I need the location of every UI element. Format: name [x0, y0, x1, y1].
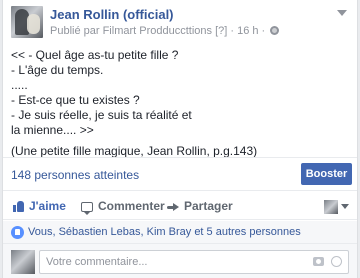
comment-bubble-icon	[81, 202, 93, 215]
comment-composer	[3, 243, 357, 278]
camera-icon[interactable]	[313, 257, 324, 266]
like-label: J'aime	[29, 199, 66, 213]
post-as-selector[interactable]	[324, 198, 349, 216]
avatar-figure-light	[27, 14, 40, 34]
post-line: .....	[11, 78, 28, 92]
comment-label: Commenter	[98, 199, 165, 213]
post-body: << - Quel âge as-tu petite fille ? - L'â…	[11, 48, 351, 159]
post-line: la mienne.... >>	[11, 123, 94, 137]
page-avatar[interactable]	[11, 6, 43, 38]
share-label: Partager	[184, 199, 233, 213]
commenter-avatar	[11, 250, 35, 274]
likes-summary: Vous, Sébastien Lebas, Kim Bray et 5 aut…	[3, 221, 357, 243]
post-line: - Est-ce que tu existes ?	[11, 93, 140, 107]
boost-button[interactable]: Booster	[301, 163, 352, 185]
post-line: << - Quel âge as-tu petite fille ?	[11, 48, 179, 62]
thumbs-up-icon	[13, 201, 24, 212]
post-card: Jean Rollin (official) Publié par Filmar…	[2, 0, 358, 278]
action-bar: J'aime Commenter Partager	[3, 192, 357, 220]
likes-summary-text[interactable]: Vous, Sébastien Lebas, Kim Bray et 5 aut…	[28, 226, 301, 238]
published-by-label: Publié par Filmart Prodduccttions	[50, 25, 213, 37]
post-subline: Publié par Filmart Prodduccttions [?] · …	[50, 25, 280, 37]
share-button[interactable]: Partager	[167, 199, 233, 213]
like-reaction-icon	[11, 226, 24, 239]
post-line: - Je suis réelle, je suis ta réalité et	[11, 108, 192, 122]
comment-button[interactable]: Commenter	[81, 199, 165, 215]
comment-input[interactable]	[39, 250, 349, 274]
chevron-down-icon[interactable]	[337, 10, 347, 16]
caret-down-icon	[341, 204, 349, 210]
reach-link[interactable]: 148 personnes atteintes	[11, 168, 139, 182]
globe-icon[interactable]	[270, 26, 280, 35]
published-timestamp[interactable]: [?] · 16 h ·	[215, 25, 265, 37]
post-line: - L'âge du temps.	[11, 63, 104, 77]
share-arrow-icon	[167, 202, 179, 212]
insights-row: 148 personnes atteintes Booster	[3, 157, 357, 191]
sticker-icon[interactable]	[331, 256, 342, 267]
like-button[interactable]: J'aime	[13, 199, 66, 213]
page-name-link[interactable]: Jean Rollin (official)	[50, 7, 174, 22]
page-mini-avatar	[324, 199, 338, 214]
